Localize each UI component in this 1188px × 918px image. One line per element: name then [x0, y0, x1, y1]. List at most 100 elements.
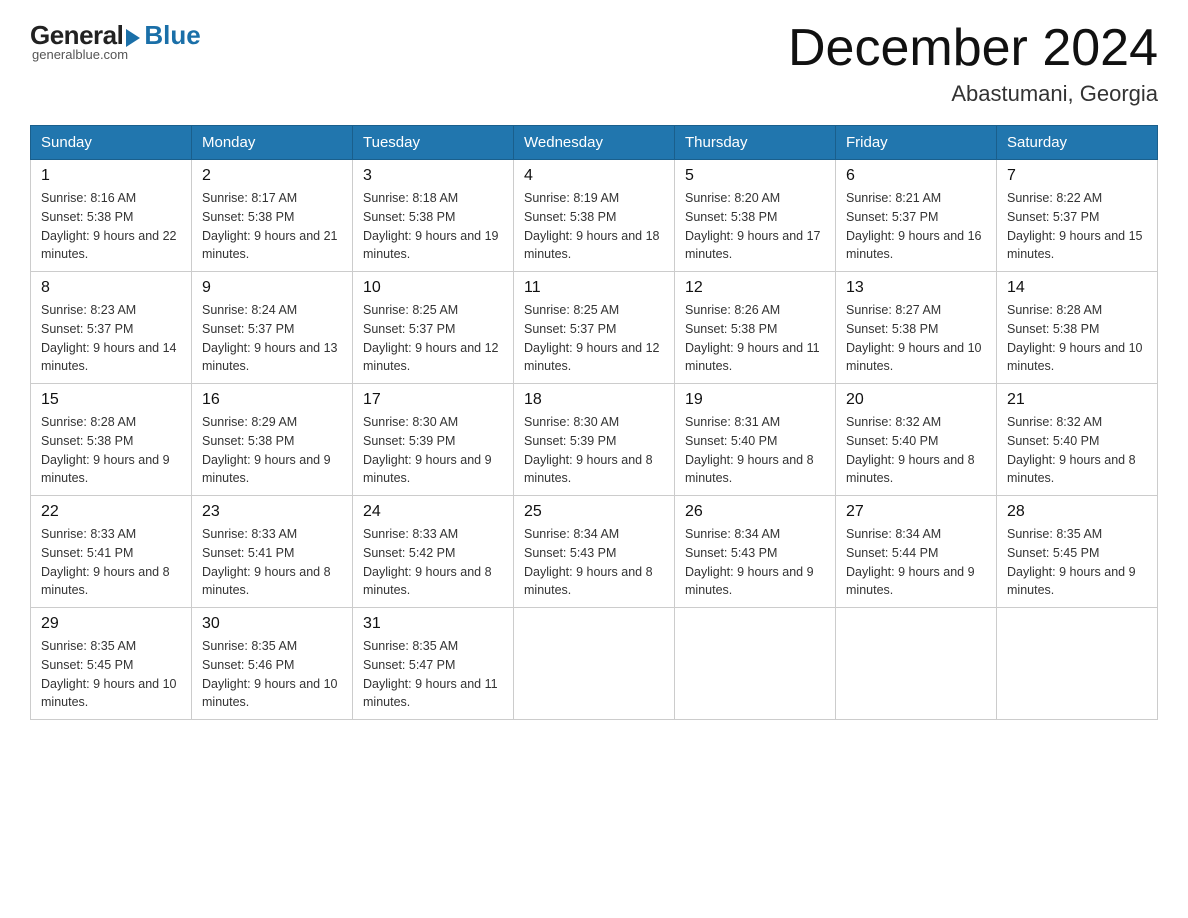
day-info: Sunrise: 8:32 AM Sunset: 5:40 PM Dayligh…	[846, 413, 986, 488]
calendar-day-cell: 15 Sunrise: 8:28 AM Sunset: 5:38 PM Dayl…	[31, 384, 192, 496]
day-number: 6	[846, 167, 986, 185]
day-number: 14	[1007, 279, 1147, 297]
day-number: 28	[1007, 503, 1147, 521]
day-info: Sunrise: 8:35 AM Sunset: 5:47 PM Dayligh…	[363, 637, 503, 712]
day-info: Sunrise: 8:28 AM Sunset: 5:38 PM Dayligh…	[41, 413, 181, 488]
day-number: 4	[524, 167, 664, 185]
calendar-day-cell: 8 Sunrise: 8:23 AM Sunset: 5:37 PM Dayli…	[31, 272, 192, 384]
day-number: 18	[524, 391, 664, 409]
calendar-day-cell: 17 Sunrise: 8:30 AM Sunset: 5:39 PM Dayl…	[353, 384, 514, 496]
day-number: 19	[685, 391, 825, 409]
day-number: 20	[846, 391, 986, 409]
day-number: 10	[363, 279, 503, 297]
day-info: Sunrise: 8:29 AM Sunset: 5:38 PM Dayligh…	[202, 413, 342, 488]
day-info: Sunrise: 8:20 AM Sunset: 5:38 PM Dayligh…	[685, 189, 825, 264]
day-number: 16	[202, 391, 342, 409]
calendar-week-row: 22 Sunrise: 8:33 AM Sunset: 5:41 PM Dayl…	[31, 496, 1158, 608]
day-number: 12	[685, 279, 825, 297]
calendar-header-row: SundayMondayTuesdayWednesdayThursdayFrid…	[31, 126, 1158, 160]
calendar-week-row: 1 Sunrise: 8:16 AM Sunset: 5:38 PM Dayli…	[31, 160, 1158, 272]
day-number: 23	[202, 503, 342, 521]
day-info: Sunrise: 8:22 AM Sunset: 5:37 PM Dayligh…	[1007, 189, 1147, 264]
day-info: Sunrise: 8:26 AM Sunset: 5:38 PM Dayligh…	[685, 301, 825, 376]
day-of-week-header: Thursday	[675, 126, 836, 160]
day-of-week-header: Monday	[192, 126, 353, 160]
calendar-day-cell	[836, 608, 997, 720]
calendar-day-cell: 27 Sunrise: 8:34 AM Sunset: 5:44 PM Dayl…	[836, 496, 997, 608]
calendar-day-cell: 30 Sunrise: 8:35 AM Sunset: 5:46 PM Dayl…	[192, 608, 353, 720]
calendar-day-cell: 22 Sunrise: 8:33 AM Sunset: 5:41 PM Dayl…	[31, 496, 192, 608]
day-number: 8	[41, 279, 181, 297]
day-number: 26	[685, 503, 825, 521]
day-info: Sunrise: 8:28 AM Sunset: 5:38 PM Dayligh…	[1007, 301, 1147, 376]
day-info: Sunrise: 8:35 AM Sunset: 5:45 PM Dayligh…	[41, 637, 181, 712]
day-number: 24	[363, 503, 503, 521]
calendar-day-cell: 9 Sunrise: 8:24 AM Sunset: 5:37 PM Dayli…	[192, 272, 353, 384]
day-info: Sunrise: 8:30 AM Sunset: 5:39 PM Dayligh…	[524, 413, 664, 488]
day-info: Sunrise: 8:25 AM Sunset: 5:37 PM Dayligh…	[363, 301, 503, 376]
calendar-day-cell: 12 Sunrise: 8:26 AM Sunset: 5:38 PM Dayl…	[675, 272, 836, 384]
calendar-day-cell: 16 Sunrise: 8:29 AM Sunset: 5:38 PM Dayl…	[192, 384, 353, 496]
calendar-day-cell: 19 Sunrise: 8:31 AM Sunset: 5:40 PM Dayl…	[675, 384, 836, 496]
location-subtitle: Abastumani, Georgia	[788, 81, 1158, 107]
calendar-day-cell: 3 Sunrise: 8:18 AM Sunset: 5:38 PM Dayli…	[353, 160, 514, 272]
calendar-day-cell: 14 Sunrise: 8:28 AM Sunset: 5:38 PM Dayl…	[997, 272, 1158, 384]
calendar-day-cell: 28 Sunrise: 8:35 AM Sunset: 5:45 PM Dayl…	[997, 496, 1158, 608]
calendar-day-cell	[997, 608, 1158, 720]
calendar-day-cell: 20 Sunrise: 8:32 AM Sunset: 5:40 PM Dayl…	[836, 384, 997, 496]
day-info: Sunrise: 8:33 AM Sunset: 5:42 PM Dayligh…	[363, 525, 503, 600]
day-info: Sunrise: 8:24 AM Sunset: 5:37 PM Dayligh…	[202, 301, 342, 376]
day-number: 7	[1007, 167, 1147, 185]
calendar-day-cell	[675, 608, 836, 720]
day-info: Sunrise: 8:31 AM Sunset: 5:40 PM Dayligh…	[685, 413, 825, 488]
day-number: 25	[524, 503, 664, 521]
day-info: Sunrise: 8:34 AM Sunset: 5:43 PM Dayligh…	[524, 525, 664, 600]
calendar-day-cell: 7 Sunrise: 8:22 AM Sunset: 5:37 PM Dayli…	[997, 160, 1158, 272]
day-info: Sunrise: 8:16 AM Sunset: 5:38 PM Dayligh…	[41, 189, 181, 264]
day-info: Sunrise: 8:33 AM Sunset: 5:41 PM Dayligh…	[41, 525, 181, 600]
day-number: 9	[202, 279, 342, 297]
calendar-table: SundayMondayTuesdayWednesdayThursdayFrid…	[30, 125, 1158, 720]
calendar-day-cell: 18 Sunrise: 8:30 AM Sunset: 5:39 PM Dayl…	[514, 384, 675, 496]
calendar-week-row: 15 Sunrise: 8:28 AM Sunset: 5:38 PM Dayl…	[31, 384, 1158, 496]
day-number: 11	[524, 279, 664, 297]
day-info: Sunrise: 8:34 AM Sunset: 5:43 PM Dayligh…	[685, 525, 825, 600]
day-number: 13	[846, 279, 986, 297]
calendar-day-cell: 2 Sunrise: 8:17 AM Sunset: 5:38 PM Dayli…	[192, 160, 353, 272]
logo-blue-text: Blue	[144, 20, 200, 51]
day-number: 22	[41, 503, 181, 521]
day-info: Sunrise: 8:35 AM Sunset: 5:45 PM Dayligh…	[1007, 525, 1147, 600]
day-number: 15	[41, 391, 181, 409]
day-number: 30	[202, 615, 342, 633]
day-number: 27	[846, 503, 986, 521]
day-of-week-header: Wednesday	[514, 126, 675, 160]
day-info: Sunrise: 8:32 AM Sunset: 5:40 PM Dayligh…	[1007, 413, 1147, 488]
calendar-day-cell: 10 Sunrise: 8:25 AM Sunset: 5:37 PM Dayl…	[353, 272, 514, 384]
calendar-day-cell	[514, 608, 675, 720]
calendar-day-cell: 31 Sunrise: 8:35 AM Sunset: 5:47 PM Dayl…	[353, 608, 514, 720]
day-info: Sunrise: 8:27 AM Sunset: 5:38 PM Dayligh…	[846, 301, 986, 376]
day-number: 2	[202, 167, 342, 185]
day-of-week-header: Tuesday	[353, 126, 514, 160]
day-number: 3	[363, 167, 503, 185]
day-info: Sunrise: 8:17 AM Sunset: 5:38 PM Dayligh…	[202, 189, 342, 264]
day-of-week-header: Friday	[836, 126, 997, 160]
day-number: 31	[363, 615, 503, 633]
day-info: Sunrise: 8:34 AM Sunset: 5:44 PM Dayligh…	[846, 525, 986, 600]
day-info: Sunrise: 8:19 AM Sunset: 5:38 PM Dayligh…	[524, 189, 664, 264]
calendar-day-cell: 26 Sunrise: 8:34 AM Sunset: 5:43 PM Dayl…	[675, 496, 836, 608]
calendar-day-cell: 4 Sunrise: 8:19 AM Sunset: 5:38 PM Dayli…	[514, 160, 675, 272]
calendar-day-cell: 24 Sunrise: 8:33 AM Sunset: 5:42 PM Dayl…	[353, 496, 514, 608]
title-block: December 2024 Abastumani, Georgia	[788, 20, 1158, 107]
day-of-week-header: Saturday	[997, 126, 1158, 160]
day-info: Sunrise: 8:23 AM Sunset: 5:37 PM Dayligh…	[41, 301, 181, 376]
day-info: Sunrise: 8:21 AM Sunset: 5:37 PM Dayligh…	[846, 189, 986, 264]
logo-triangle-icon	[126, 29, 140, 47]
calendar-day-cell: 29 Sunrise: 8:35 AM Sunset: 5:45 PM Dayl…	[31, 608, 192, 720]
calendar-week-row: 8 Sunrise: 8:23 AM Sunset: 5:37 PM Dayli…	[31, 272, 1158, 384]
day-number: 17	[363, 391, 503, 409]
day-info: Sunrise: 8:25 AM Sunset: 5:37 PM Dayligh…	[524, 301, 664, 376]
calendar-day-cell: 23 Sunrise: 8:33 AM Sunset: 5:41 PM Dayl…	[192, 496, 353, 608]
calendar-week-row: 29 Sunrise: 8:35 AM Sunset: 5:45 PM Dayl…	[31, 608, 1158, 720]
day-number: 29	[41, 615, 181, 633]
